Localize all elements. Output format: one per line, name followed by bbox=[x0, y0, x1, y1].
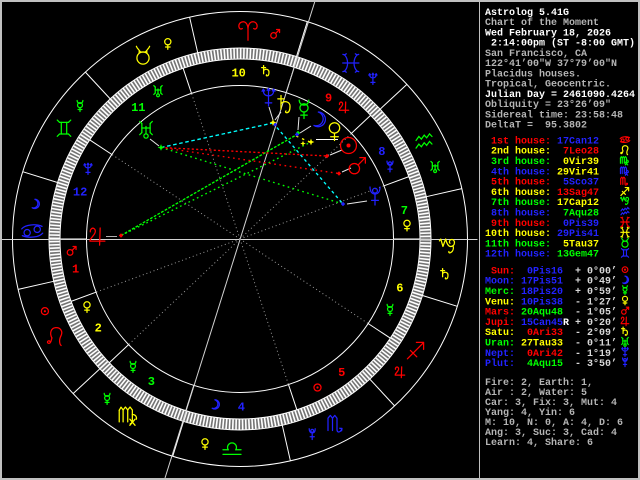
svg-text:10: 10 bbox=[231, 66, 245, 80]
svg-text:R: R bbox=[563, 318, 569, 329]
svg-text:2:14:00pm (ST -8:00 GMT): 2:14:00pm (ST -8:00 GMT) bbox=[485, 38, 635, 50]
svg-text:Wed February 18, 2026: Wed February 18, 2026 bbox=[485, 27, 611, 39]
svg-text:Tropical, Geocentric.: Tropical, Geocentric. bbox=[485, 79, 611, 91]
svg-text:17Pis51: 17Pis51 bbox=[521, 276, 563, 288]
svg-text:7: 7 bbox=[401, 204, 408, 218]
svg-text:6th house:: 6th house: bbox=[485, 187, 551, 199]
svg-text:San Francisco, CA: San Francisco, CA bbox=[485, 48, 587, 60]
svg-text:Astrolog 5.41G: Astrolog 5.41G bbox=[485, 7, 569, 19]
svg-text:18Pis20: 18Pis20 bbox=[521, 286, 563, 298]
svg-text:0Ari42: 0Ari42 bbox=[521, 348, 563, 360]
svg-text:- 3°50’: - 3°50’ bbox=[575, 358, 617, 370]
svg-text:+ 0°20’: + 0°20’ bbox=[575, 317, 617, 329]
svg-text:Learn: 4, Share: 6: Learn: 4, Share: 6 bbox=[485, 437, 593, 449]
svg-text:Chart of the Moment: Chart of the Moment bbox=[485, 17, 599, 29]
svg-text:1st house:: 1st house: bbox=[485, 135, 551, 147]
svg-text:0Pis16: 0Pis16 bbox=[521, 265, 563, 277]
svg-text:12: 12 bbox=[73, 185, 87, 199]
svg-text:+ 0°49’: + 0°49’ bbox=[575, 276, 617, 288]
svg-text:9: 9 bbox=[325, 92, 332, 106]
svg-text:2: 2 bbox=[95, 322, 102, 336]
svg-text:- 2°09’: - 2°09’ bbox=[575, 327, 617, 339]
svg-text:Plut:: Plut: bbox=[485, 358, 515, 370]
svg-text:29Vir41: 29Vir41 bbox=[557, 166, 599, 178]
svg-text:- 1°19’: - 1°19’ bbox=[575, 348, 617, 360]
svg-text:11th house:: 11th house: bbox=[485, 238, 551, 250]
svg-text:Jupi:: Jupi: bbox=[485, 317, 515, 329]
svg-text:2nd house:: 2nd house: bbox=[485, 146, 551, 158]
svg-text:0Ari33: 0Ari33 bbox=[521, 327, 563, 339]
svg-text:10Pis38: 10Pis38 bbox=[521, 296, 563, 308]
svg-text:5: 5 bbox=[338, 366, 345, 380]
svg-text:+ 0°00’: + 0°00’ bbox=[575, 265, 617, 277]
svg-text:4Aqu15: 4Aqu15 bbox=[521, 359, 563, 370]
svg-text:DeltaT = 95.3802: DeltaT = 95.3802 bbox=[485, 120, 587, 132]
svg-text:11: 11 bbox=[131, 101, 145, 115]
svg-text:- 1°05’: - 1°05’ bbox=[575, 307, 617, 319]
svg-text:- 1°27’: - 1°27’ bbox=[575, 296, 617, 308]
svg-text:+ 0°59’: + 0°59’ bbox=[575, 286, 617, 298]
svg-text:3rd house:: 3rd house: bbox=[485, 156, 551, 168]
svg-text:Placidus houses.: Placidus houses. bbox=[485, 68, 581, 80]
svg-text:7th house:: 7th house: bbox=[485, 197, 551, 209]
svg-text:12th house:: 12th house: bbox=[485, 249, 551, 261]
svg-text:0Pis39: 0Pis39 bbox=[557, 218, 599, 230]
svg-text:8th house:: 8th house: bbox=[485, 208, 551, 220]
svg-text:Julian Day = 2461090.4264: Julian Day = 2461090.4264 bbox=[485, 89, 635, 101]
svg-text:4th house:: 4th house: bbox=[485, 166, 551, 178]
svg-text:10th house:: 10th house: bbox=[485, 228, 551, 240]
svg-text:1: 1 bbox=[72, 263, 79, 277]
svg-text:29Pis41: 29Pis41 bbox=[557, 228, 599, 240]
svg-text:Obliquity = 23°26’09": Obliquity = 23°26’09" bbox=[485, 99, 611, 111]
svg-text:Sidereal time: 23:58:48: Sidereal time: 23:58:48 bbox=[485, 109, 623, 121]
svg-text:13Gem47: 13Gem47 bbox=[557, 250, 599, 261]
svg-text:122°41’00"W 37°79’00"N: 122°41’00"W 37°79’00"N bbox=[485, 58, 617, 70]
svg-text:3: 3 bbox=[148, 375, 155, 389]
svg-text:6: 6 bbox=[396, 281, 403, 295]
svg-text:9th house:: 9th house: bbox=[485, 218, 551, 230]
svg-text:8: 8 bbox=[378, 145, 385, 159]
svg-text:0Vir39: 0Vir39 bbox=[557, 156, 599, 168]
svg-text:4: 4 bbox=[238, 400, 245, 414]
svg-text:- 0°11’: - 0°11’ bbox=[575, 338, 617, 350]
svg-text:5th house:: 5th house: bbox=[485, 177, 551, 189]
